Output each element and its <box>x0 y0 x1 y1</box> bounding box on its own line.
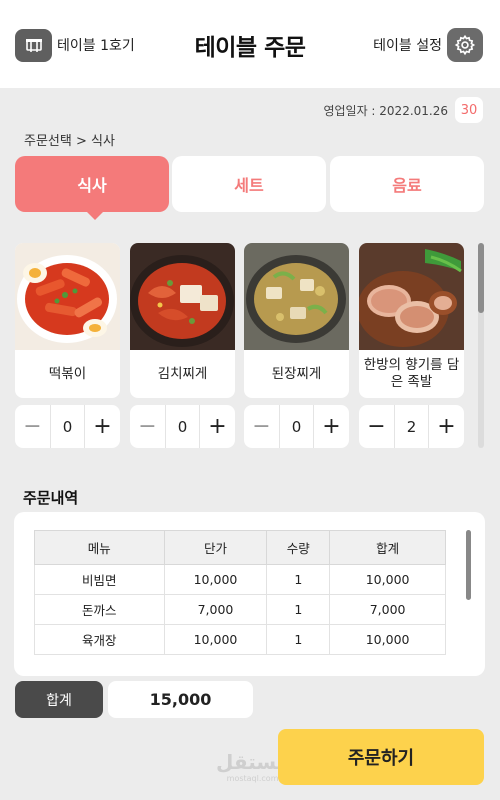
quantity-stepper: − 0 + <box>130 405 235 448</box>
table-cell: 1 <box>266 624 331 655</box>
menu-scrollbar[interactable] <box>478 243 484 448</box>
quantity-value: 2 <box>394 405 429 448</box>
quantity-stepper: − 0 + <box>15 405 120 448</box>
tab-meal[interactable]: 식사 <box>15 156 169 212</box>
menu-name: 떡볶이 <box>48 365 87 382</box>
plus-icon[interactable]: + <box>314 405 349 448</box>
table-row[interactable]: 돈까스 7,000 1 7,000 <box>34 594 446 625</box>
business-count-badge: 30 <box>455 97 483 123</box>
table-cell: 10,000 <box>163 564 268 595</box>
breadcrumb: 주문선택 > 식사 <box>24 134 115 149</box>
active-tab-pointer <box>86 211 104 220</box>
doenjang-stew-photo <box>244 243 349 350</box>
quantity-value: 0 <box>165 405 200 448</box>
total-value: 15,000 <box>108 681 253 718</box>
column-header: 단가 <box>163 530 268 565</box>
menu-card-jokbal[interactable]: 한방의 향기를 담은 족발 <box>359 243 464 398</box>
table-cell: 10,000 <box>329 624 446 655</box>
column-header: 합계 <box>329 530 446 565</box>
plus-icon[interactable]: + <box>85 405 120 448</box>
minus-icon[interactable]: − <box>359 405 394 448</box>
minus-icon[interactable]: − <box>130 405 165 448</box>
jokbal-photo <box>359 243 464 350</box>
plus-icon[interactable]: + <box>200 405 235 448</box>
quantity-stepper: − 0 + <box>244 405 349 448</box>
table-cell: 육개장 <box>34 624 165 655</box>
minus-icon[interactable]: − <box>15 405 50 448</box>
column-header: 메뉴 <box>34 530 165 565</box>
column-header: 수량 <box>266 530 331 565</box>
quantity-stepper: − 2 + <box>359 405 464 448</box>
menu-name: 김치찌게 <box>157 365 208 382</box>
menu-name: 한방의 향기를 담은 족발 <box>363 357 460 390</box>
table-cell: 7,000 <box>329 594 446 625</box>
tab-drink[interactable]: 음료 <box>330 156 484 212</box>
menu-card-kimchi-stew[interactable]: 김치찌게 <box>130 243 235 398</box>
order-details-title: 주문내역 <box>23 489 79 507</box>
menu-scrollbar-thumb[interactable] <box>478 243 484 313</box>
quantity-value: 0 <box>279 405 314 448</box>
table-header-row: 메뉴 단가 수량 합계 <box>34 530 446 565</box>
tteokbokki-photo <box>15 243 120 350</box>
table-settings-label[interactable]: 테이블 설정 <box>373 35 442 55</box>
gear-icon[interactable] <box>447 28 483 62</box>
order-table: 메뉴 단가 수량 합계 비빔면 10,000 1 10,000 돈까스 7,00… <box>34 530 446 655</box>
table-cell: 1 <box>266 564 331 595</box>
total-label: 합계 <box>15 681 103 718</box>
order-details-panel: 메뉴 단가 수량 합계 비빔면 10,000 1 10,000 돈까스 7,00… <box>14 512 485 676</box>
place-order-button[interactable]: 주문하기 <box>278 729 484 785</box>
table-cell: 돈까스 <box>34 594 165 625</box>
table-cell: 7,000 <box>163 594 268 625</box>
order-scrollbar[interactable] <box>466 530 471 600</box>
quantity-value: 0 <box>50 405 85 448</box>
menu-card-tteokbokki[interactable]: 떡볶이 <box>15 243 120 398</box>
business-date: 영업일자 : 2022.01.26 <box>323 104 448 118</box>
minus-icon[interactable]: − <box>244 405 279 448</box>
header: 테이블 1호기 테이블 주문 테이블 설정 <box>0 0 500 88</box>
menu-card-doenjang-stew[interactable]: 된장찌게 <box>244 243 349 398</box>
table-row[interactable]: 육개장 10,000 1 10,000 <box>34 624 446 655</box>
menu-name: 된장찌게 <box>271 365 322 382</box>
table-cell: 10,000 <box>329 564 446 595</box>
table-row[interactable]: 비빔면 10,000 1 10,000 <box>34 564 446 595</box>
tab-set[interactable]: 세트 <box>172 156 326 212</box>
plus-icon[interactable]: + <box>429 405 464 448</box>
table-cell: 비빔면 <box>34 564 165 595</box>
kimchi-stew-photo <box>130 243 235 350</box>
table-cell: 1 <box>266 594 331 625</box>
table-cell: 10,000 <box>163 624 268 655</box>
